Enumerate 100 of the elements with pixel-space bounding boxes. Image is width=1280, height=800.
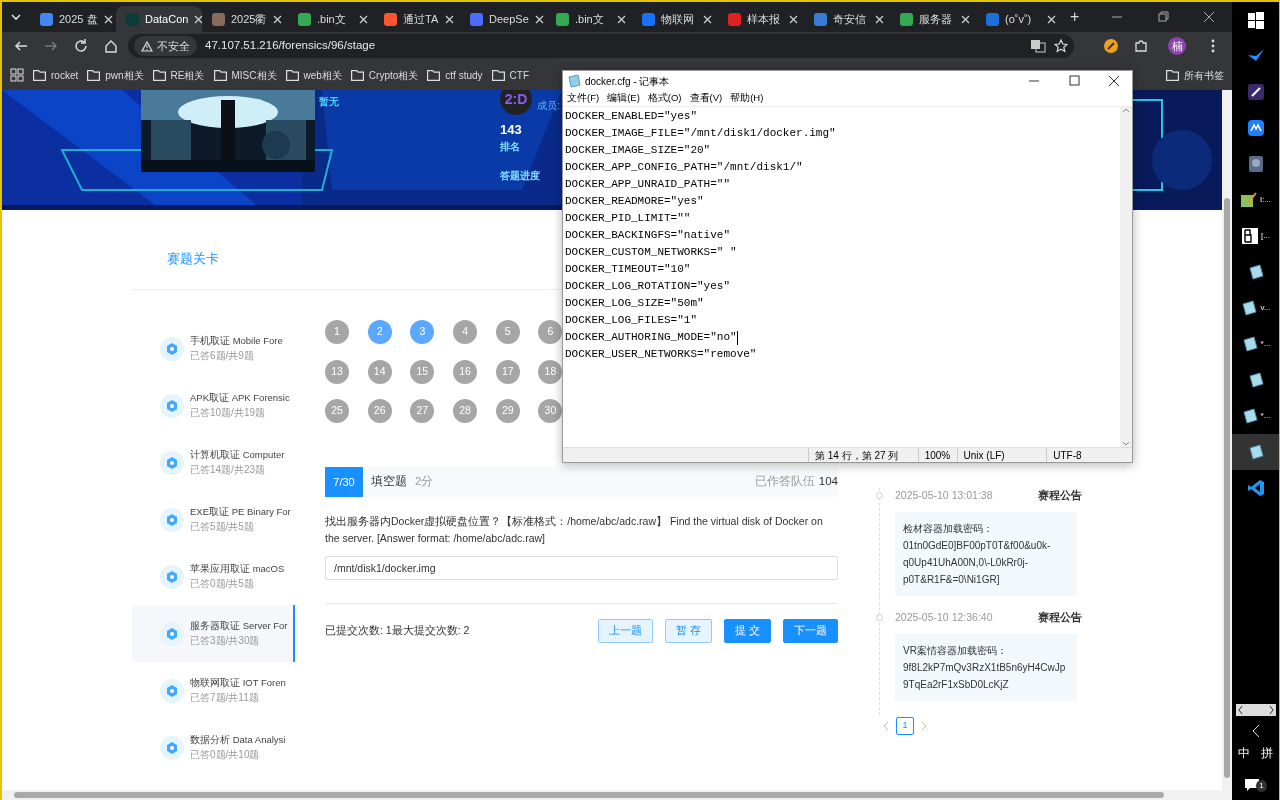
home-icon[interactable] <box>103 38 119 54</box>
category-progress: 已答5题/共5题 <box>190 520 255 534</box>
input-method-indicator[interactable]: 中 <box>1237 744 1250 762</box>
taskbar-button[interactable]: v... <box>1232 290 1279 326</box>
category-progress: 已答3题/共30题 <box>190 634 261 648</box>
bookmark-folder[interactable]: Crypto相关 <box>350 67 419 83</box>
browser-tab[interactable]: 2025衢 <box>202 6 288 32</box>
timeline-dot <box>876 492 883 499</box>
chevron-left-icon[interactable] <box>1250 724 1261 738</box>
category-title: APK取证 APK Forensic <box>190 391 290 405</box>
announcement-title: 赛程公告 <box>1038 609 1082 625</box>
browser-tab[interactable]: 服务器 <box>890 6 976 32</box>
browser-tab[interactable]: .bin文 <box>546 6 632 32</box>
input-method-indicator[interactable]: 拼 <box>1261 744 1274 762</box>
reload-icon[interactable] <box>73 38 89 54</box>
notepad-icon <box>1240 299 1259 317</box>
browser-tab[interactable]: 样本报 <box>718 6 804 32</box>
address-bar[interactable]: 不安全 47.107.51.216/forensics/96/stage <box>128 34 1074 58</box>
category-title: 苹果应用取证 macOS <box>190 562 285 576</box>
text-line: DOCKER_PID_LIMIT="" <box>565 211 691 226</box>
maximize-icon[interactable] <box>1067 75 1081 87</box>
apps-icon[interactable] <box>10 68 24 82</box>
profile-avatar[interactable]: 楠 <box>1168 37 1186 55</box>
category-title: 手机取证 Mobile Fore <box>190 334 283 348</box>
notepad-icon <box>1246 371 1265 389</box>
text-line: DOCKER_LOG_ROTATION="yes" <box>565 279 731 294</box>
answer-field[interactable]: /mnt/disk1/docker.img <box>325 556 838 580</box>
category-item[interactable]: 手机取证 Mobile Fore 已答6题/共9题 <box>132 320 295 377</box>
browser-tab[interactable]: DataCon <box>116 6 202 32</box>
notepad-icon <box>1246 443 1265 461</box>
announcement-time: 2025-05-10 12:36:40 <box>895 609 993 625</box>
browser-tab[interactable]: 2025 盘 <box>30 6 116 32</box>
folder-icon <box>285 69 299 81</box>
taskbar-button[interactable]: I:... <box>1232 182 1279 218</box>
security-chip[interactable]: 不安全 <box>134 35 197 57</box>
bookmark-folder[interactable]: pwn相关 <box>87 67 144 83</box>
cursor-position: 第 14 行，第 27 列 <box>815 448 899 463</box>
taskbar-button[interactable]: [... <box>1232 218 1279 254</box>
text-line: DOCKER_BACKINGFS="native" <box>565 228 731 243</box>
category-item[interactable]: 数据分析 Data Analysi 已答0题/共10题 <box>132 719 295 776</box>
folder-icon <box>350 69 364 81</box>
category-progress: 已答14题/共23题 <box>190 463 267 477</box>
browser-tab[interactable]: .bin文 <box>288 6 374 32</box>
browser-tab[interactable]: 通过TA <box>374 6 460 32</box>
scroll-arrows-icon[interactable] <box>1235 704 1276 716</box>
taskbar-button[interactable]: *... <box>1232 398 1279 434</box>
category-item[interactable]: 苹果应用取证 macOS 已答0题/共5题 <box>132 548 295 605</box>
close-icon[interactable] <box>1107 75 1121 87</box>
line-ending: Unix (LF) <box>963 448 1005 463</box>
announcement-text: 01tn0GdE0]BF00pT0T&f00&u0k-q0Up41UhA00N,0\-L0kRr0j-p0T&R1F&=0\Ni1GR] <box>903 538 1052 587</box>
folder-icon <box>33 69 46 81</box>
restore-icon[interactable] <box>1156 11 1170 23</box>
taskbar-button[interactable] <box>1232 434 1279 470</box>
notification-count: 1 <box>1256 780 1267 792</box>
browser-tab[interactable]: (o˚v˚) <box>976 6 1062 32</box>
zoom-level: 100% <box>924 448 951 463</box>
category-progress: 已答0题/共5题 <box>190 577 255 591</box>
folder-icon <box>87 69 101 81</box>
horizontal-scrollbar[interactable] <box>2 790 1232 800</box>
announcement-time: 2025-05-10 13:01:38 <box>895 488 993 503</box>
translate-icon[interactable] <box>1030 39 1046 53</box>
question-text: 找出服务器内Docker虚拟硬盘位置？【标准格式：/home/abc/adc.raw】 Find the virtual disk of Docker on the server. [Answer format: /home/abc/adc.raw] <box>325 514 824 546</box>
category-item[interactable]: EXE取证 PE Binary For 已答5题/共5题 <box>132 491 295 548</box>
close-icon[interactable] <box>1202 11 1216 23</box>
notepad-icon <box>1246 263 1265 281</box>
category-item[interactable]: APK取证 APK Forensic 已答10题/共19题 <box>132 377 295 434</box>
category-item[interactable]: 计算机取证 Computer 已答14题/共23题 <box>132 434 295 491</box>
puzzle-icon[interactable] <box>1133 38 1149 54</box>
category-progress: 已答7题/共11题 <box>190 691 260 705</box>
bookmark-folder[interactable]: web相关 <box>285 67 342 83</box>
answered-label: 已作答队伍 <box>754 474 815 490</box>
bookmark-folder[interactable]: MISC相关 <box>213 67 277 83</box>
folder-icon <box>427 69 441 81</box>
extension-icon[interactable] <box>1103 38 1119 54</box>
taskbar-button[interactable]: *... <box>1232 326 1279 362</box>
bookmark-folder[interactable]: rocket <box>33 67 79 83</box>
bookmark-folder[interactable]: CTF <box>491 67 529 83</box>
browser-tab[interactable]: 奇安信 <box>804 6 890 32</box>
category-item[interactable]: 物联网取证 IOT Foren 已答7题/共11题 <box>132 662 295 719</box>
text-line: DOCKER_USER_NETWORKS="remove" <box>565 347 757 362</box>
question-index: 7/30 <box>325 467 363 497</box>
folder-icon <box>213 69 227 81</box>
category-item[interactable]: 服务器取证 Server For 已答3题/共30题 <box>132 605 295 662</box>
text-line: DOCKER_AUTHORING_MODE="no" <box>565 330 737 345</box>
bookmark-folder[interactable]: ctf study <box>427 67 483 83</box>
text-line: DOCKER_LOG_SIZE="50m" <box>565 296 704 311</box>
bookmark-folder[interactable]: RE相关 <box>152 67 205 83</box>
announcement-text: 9f8L2kP7mQv3RzX1tB5n6yH4CwJp9TqEa2rF1xSbD0LcKjZ <box>903 660 1067 692</box>
star-icon[interactable] <box>1054 39 1068 53</box>
editor-icon <box>1239 191 1258 209</box>
category-title: 数据分析 Data Analysi <box>190 733 286 747</box>
announcement-title: 赛程公告 <box>1038 488 1082 503</box>
category-progress: 已答6题/共9题 <box>190 349 255 363</box>
new-tab-button[interactable]: + <box>1070 5 1080 29</box>
category-title: 计算机取证 Computer <box>190 448 285 462</box>
vertical-scrollbar[interactable] <box>1222 90 1232 790</box>
browser-tab[interactable]: DeepSe <box>460 6 546 32</box>
browser-tab[interactable]: 物联网 <box>632 6 718 32</box>
app-icon <box>1246 119 1265 137</box>
bookmark-folder[interactable]: 所有书签 <box>1166 67 1224 83</box>
